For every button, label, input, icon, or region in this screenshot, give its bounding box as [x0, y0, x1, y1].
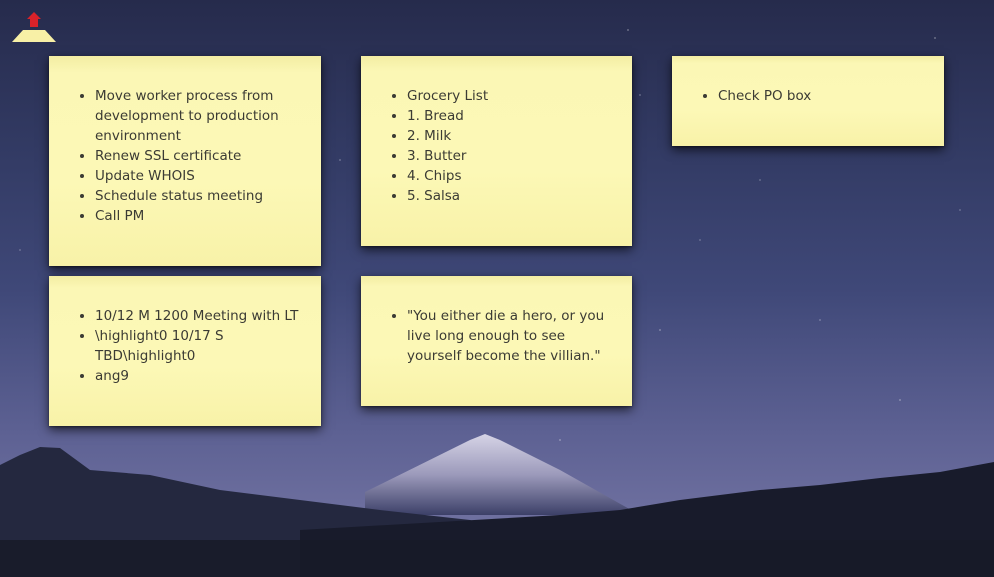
note-list: Move worker process from development to … [49, 86, 321, 226]
note-item: 1. Bread [407, 106, 618, 126]
foreground [0, 540, 994, 577]
sticky-note[interactable]: Check PO box [672, 56, 944, 146]
note-item: Renew SSL certificate [95, 146, 307, 166]
note-item: 10/12 M 1200 Meeting with LT [95, 306, 307, 326]
sticky-note[interactable]: Move worker process from development to … [49, 56, 321, 266]
app-logo[interactable] [11, 10, 57, 44]
note-list: "You either die a hero, or you live long… [361, 306, 632, 366]
note-list: Grocery List 1. Bread 2. Milk 3. Butter … [361, 86, 632, 206]
note-list: Check PO box [672, 86, 944, 106]
note-item: Schedule status meeting [95, 186, 307, 206]
note-item: Check PO box [718, 86, 930, 106]
sticky-note[interactable]: "You either die a hero, or you live long… [361, 276, 632, 406]
note-list: 10/12 M 1200 Meeting with LT \highlight0… [49, 306, 321, 386]
note-item: \highlight0 10/17 S TBD\highlight0 [95, 326, 307, 366]
note-item: Update WHOIS [95, 166, 307, 186]
fuji-mountain [365, 434, 640, 515]
sticky-note[interactable]: 10/12 M 1200 Meeting with LT \highlight0… [49, 276, 321, 426]
logo-upload-arrow-icon [27, 12, 41, 27]
note-item: 5. Salsa [407, 186, 618, 206]
note-item: 4. Chips [407, 166, 618, 186]
sticky-note[interactable]: Grocery List 1. Bread 2. Milk 3. Butter … [361, 56, 632, 246]
note-item: Move worker process from development to … [95, 86, 307, 146]
note-item: "You either die a hero, or you live long… [407, 306, 618, 366]
note-item: 2. Milk [407, 126, 618, 146]
note-item: ang9 [95, 366, 307, 386]
logo-note-base-icon [12, 30, 56, 42]
note-item: 3. Butter [407, 146, 618, 166]
note-item: Call PM [95, 206, 307, 226]
note-item: Grocery List [407, 86, 618, 106]
